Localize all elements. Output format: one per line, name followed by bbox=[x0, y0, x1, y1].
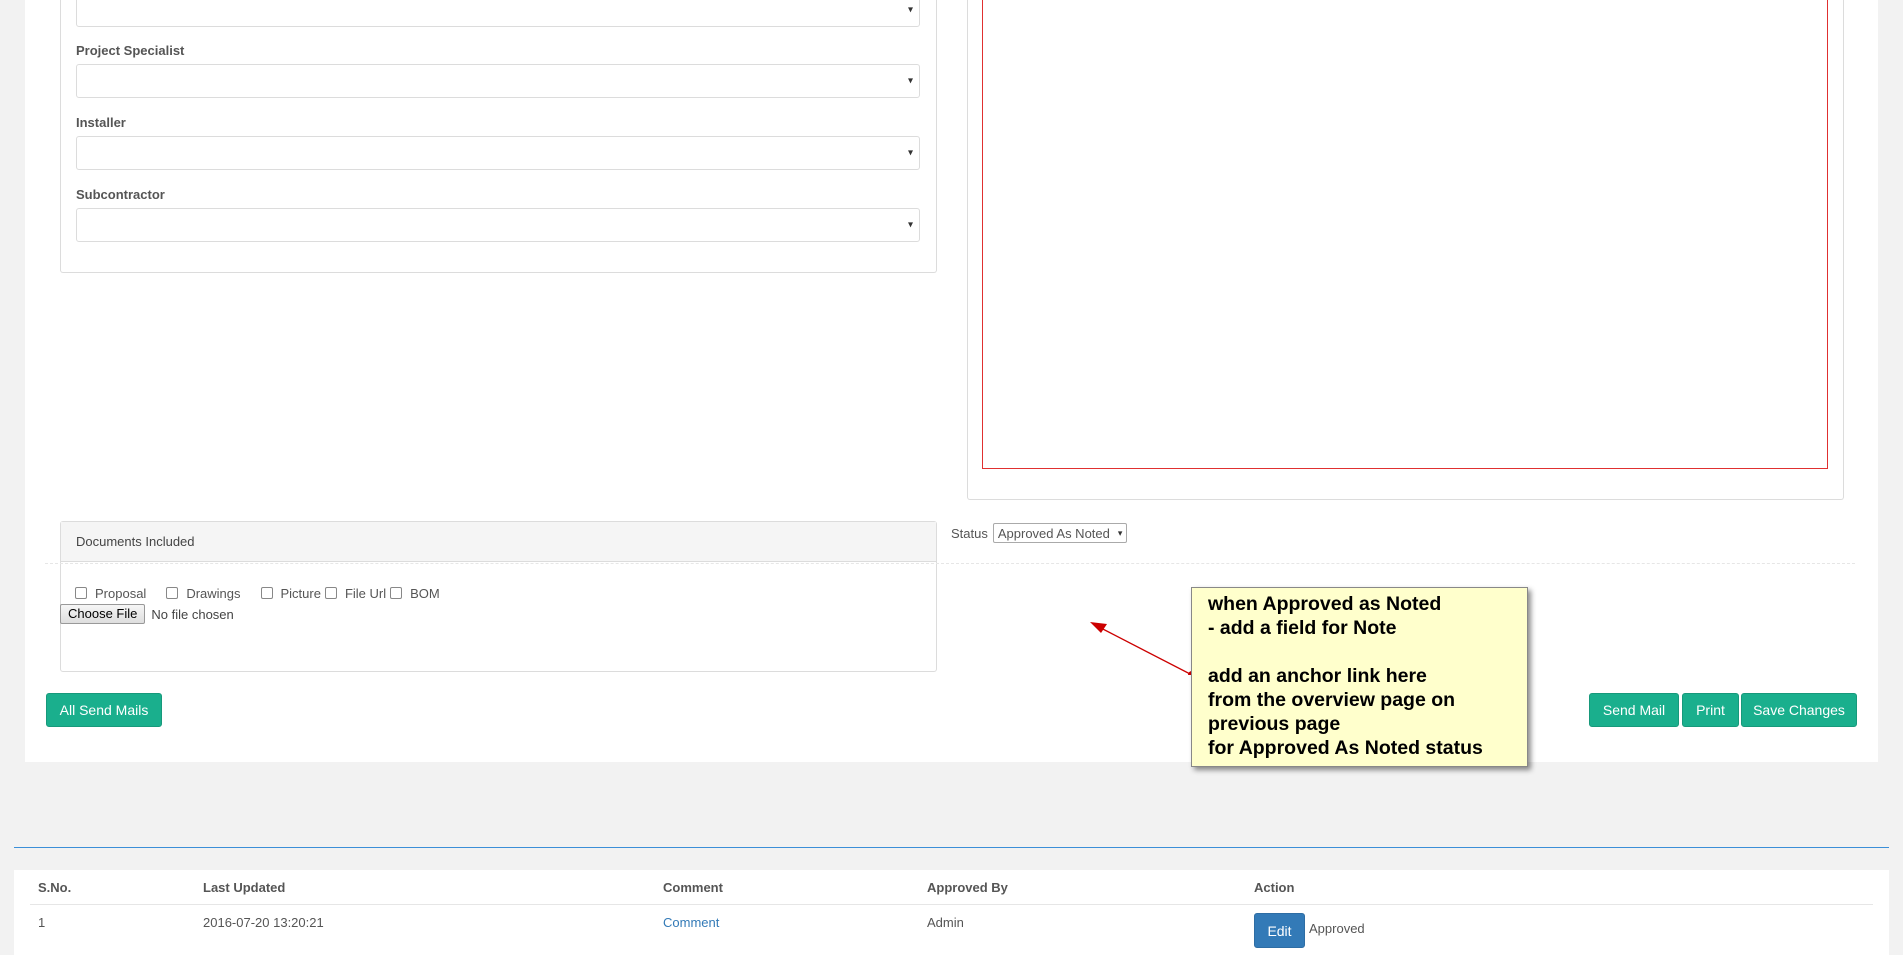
column-header-comment: Comment bbox=[663, 880, 723, 895]
column-header-last-updated: Last Updated bbox=[203, 880, 286, 895]
row-divider bbox=[30, 904, 1873, 905]
send-mail-button[interactable]: Send Mail bbox=[1589, 693, 1679, 727]
drawings-label: Drawings bbox=[186, 585, 241, 601]
note-line: add an anchor link here bbox=[1208, 665, 1427, 687]
project-specialist-label: Project Specialist bbox=[76, 43, 185, 58]
choose-file-button[interactable]: Choose File bbox=[60, 604, 146, 624]
note-line: when Approved as Noted bbox=[1208, 593, 1442, 615]
cell-last-updated: 2016-07-20 13:20:21 bbox=[203, 915, 324, 930]
annotation-note: when Approved as Noted - add a field for… bbox=[1191, 587, 1528, 767]
file-status: No file chosen bbox=[151, 606, 234, 622]
chevron-down-icon: ▾ bbox=[907, 147, 913, 159]
print-button[interactable]: Print bbox=[1682, 693, 1739, 727]
bom-checkbox[interactable] bbox=[390, 587, 403, 599]
section-divider bbox=[14, 847, 1889, 848]
top-select[interactable]: ▾ bbox=[76, 0, 920, 27]
note-line: - add a field for Note bbox=[1208, 617, 1397, 639]
cell-approved-by: Admin bbox=[927, 915, 964, 930]
file-url-checkbox[interactable] bbox=[324, 587, 337, 599]
status-select[interactable]: Approved As Noted ▾ bbox=[992, 523, 1128, 543]
status-label: Status bbox=[951, 525, 988, 541]
installer-label: Installer bbox=[76, 115, 126, 130]
status-value: Approved As Noted bbox=[997, 525, 1110, 541]
subcontractor-label: Subcontractor bbox=[76, 187, 165, 202]
picture-checkbox[interactable] bbox=[260, 587, 273, 599]
chevron-down-icon: ▾ bbox=[1117, 527, 1123, 538]
file-upload: Choose File No file chosen bbox=[60, 604, 234, 624]
installer-select[interactable]: ▾ bbox=[76, 136, 920, 170]
subcontractor-select[interactable]: ▾ bbox=[76, 208, 920, 242]
note-line: from the overview page on bbox=[1208, 689, 1456, 711]
column-header-action: Action bbox=[1254, 880, 1295, 895]
documents-header: Documents Included bbox=[61, 522, 936, 562]
cell-sno: 1 bbox=[38, 915, 46, 930]
save-changes-button[interactable]: Save Changes bbox=[1741, 693, 1857, 727]
comment-link[interactable]: Comment bbox=[663, 915, 719, 930]
column-header-sno: S.No. bbox=[38, 880, 72, 895]
proposal-label: Proposal bbox=[95, 585, 147, 601]
note-area-highlight bbox=[982, 0, 1828, 469]
arrow-head bbox=[1090, 622, 1107, 633]
chevron-down-icon: ▾ bbox=[907, 4, 913, 16]
annotation-arrow bbox=[1090, 622, 1195, 675]
chevron-down-icon: ▾ bbox=[907, 75, 913, 87]
arrow-line bbox=[1096, 625, 1193, 675]
file-url-label: File Url bbox=[344, 585, 387, 601]
row-status: Approved bbox=[1309, 921, 1365, 936]
divider bbox=[45, 563, 1855, 564]
all-send-mails-button[interactable]: All Send Mails bbox=[46, 693, 162, 727]
picture-label: Picture bbox=[280, 585, 321, 601]
note-line: previous page bbox=[1208, 713, 1341, 735]
note-line bbox=[1208, 640, 1511, 664]
status-control: Status Approved As Noted ▾ bbox=[951, 523, 1128, 543]
chevron-down-icon: ▾ bbox=[907, 219, 913, 231]
proposal-checkbox[interactable] bbox=[75, 587, 87, 599]
column-header-approved-by: Approved By bbox=[927, 880, 1008, 895]
edit-button[interactable]: Edit bbox=[1254, 913, 1305, 948]
document-checkboxes: Proposal Drawings Picture File Url BOM bbox=[75, 584, 440, 602]
project-specialist-select[interactable]: ▾ bbox=[76, 64, 920, 98]
drawings-checkbox[interactable] bbox=[166, 587, 179, 599]
note-line: for Approved As Noted status bbox=[1208, 737, 1483, 759]
bom-label: BOM bbox=[410, 585, 440, 601]
